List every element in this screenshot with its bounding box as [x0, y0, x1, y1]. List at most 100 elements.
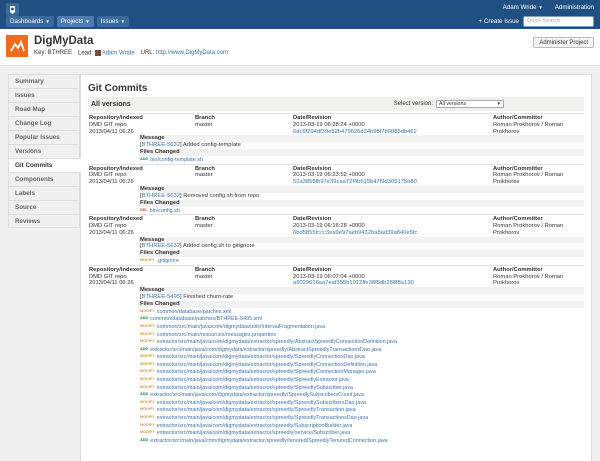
change-type-badge: MODIFY [140, 384, 155, 389]
sidebar-item-git-commits[interactable]: Git Commits [8, 158, 81, 172]
message-text: Removed config.sh from repo [183, 192, 260, 199]
main-nav: Dashboards ▼ Projects ▼ Issues ▼ [6, 16, 130, 27]
file-path-link[interactable]: bin/config-template.sh [150, 157, 203, 163]
issue-link[interactable]: BTHREE-5632 [142, 142, 180, 148]
all-versions-heading: All versions [91, 100, 131, 108]
file-path-link[interactable]: extractor/src/main/java/com/digmydata/ex… [150, 347, 381, 353]
change-type-badge: MODIFY [140, 399, 155, 404]
file-change: MODIFY extractor/src/main/java/com/digmyd… [140, 384, 584, 392]
issue-link[interactable]: BTHREE-5495 [142, 294, 180, 300]
commit-data-row: DMD GIT repo master 2013-03-19 06:23:52 +0… [88, 172, 584, 179]
commit-header-row: Repository/Indexed Branch Date/Revision Aut… [88, 163, 584, 173]
chevron-down-icon: ▼ [538, 5, 543, 10]
branch-name: master [195, 121, 213, 128]
file-path-link[interactable]: extractor/src/main/java/com/digmydata/ex… [157, 369, 376, 375]
sidebar-item-labels[interactable]: Labels [8, 186, 80, 200]
revision-link[interactable]: 6dc6f294df39e52b479626d24b98f7b0085db462 [293, 129, 417, 135]
col-repo-header: Repository/Indexed [89, 266, 143, 273]
version-bar: All versions Select version: All version… [88, 97, 584, 111]
file-path-link[interactable]: extractor/src/main/java/com/digmydata/ex… [150, 392, 364, 398]
sidebar-item-popular-issues[interactable]: Popular Issues [8, 130, 80, 144]
user-menu[interactable]: Adam Wride ▼ [503, 4, 543, 11]
administration-link[interactable]: Administration [555, 4, 594, 11]
change-type-badge: MODIFY [140, 331, 155, 336]
file-path-link[interactable]: common/database/patches.xml [157, 309, 232, 315]
nav-dashboards-label: Dashboards [10, 18, 44, 25]
file-change: MODIFY extractor/src/main/java/com/digmyd… [140, 368, 584, 376]
revision-link[interactable]: 6bd5855fccc3ea9e97aeb9432ba8ad39a840e5fc [293, 230, 417, 236]
sidebar-item-change-log[interactable]: Change Log [8, 116, 80, 130]
file-path-link[interactable]: extractor/src/main/java/com/digmydata/ex… [157, 339, 397, 345]
issue-link[interactable]: BTHREE-5632 [142, 193, 180, 199]
commit-author: Roman Prokhorov / Roman [493, 222, 564, 229]
file-path-link[interactable]: extractor/src/main/java/com/digmydata/ex… [157, 407, 356, 413]
file-path-link[interactable]: bin/config.sh [150, 208, 180, 214]
file-path-link[interactable]: extractor/src/main/java/com/digmydata/ex… [157, 362, 378, 368]
message-label: Message [138, 287, 584, 294]
file-change: MODIFY extractor/src/main/java/com/digmyd… [140, 429, 584, 437]
create-issue-link[interactable]: + Create Issue [479, 18, 519, 25]
file-path-link[interactable]: extractor/src/main/java/com/digmydata/ex… [157, 430, 351, 436]
nav-issues[interactable]: Issues ▼ [96, 16, 130, 27]
commit-date: 2013-03-19 06:23:52 +0000 [293, 172, 365, 179]
file-path-link[interactable]: extractor/src/main/java/com/digmydata/ex… [157, 423, 353, 429]
project-key: Key: BTHREE [34, 50, 72, 56]
commit-entry: Repository/Indexed Branch Date/Revision Aut… [88, 163, 584, 215]
file-path-link[interactable]: extractor/src/main/java/com/digmydata/ex… [157, 377, 349, 383]
quick-search-input[interactable]: Quick Search [523, 16, 594, 27]
file-path-link[interactable]: extractor/src/main/java/com/digmydata/ex… [157, 400, 366, 406]
revision-link[interactable]: 52a3858fb97e39caa72f4b615b47f9d305175e80 [293, 179, 417, 185]
change-type-badge: MODIFY [140, 377, 155, 382]
lead-link[interactable]: Adam Wride [102, 51, 135, 57]
file-change: MODIFY extractor/src/main/java/com/digmyd… [140, 353, 584, 361]
change-type-badge: MODIFY [140, 258, 155, 263]
version-selector: Select version: All versions ▼ [394, 100, 504, 108]
lead-avatar [94, 50, 101, 56]
sidebar-item-reviews[interactable]: Reviews [8, 214, 80, 228]
version-select[interactable]: All versions ▼ [436, 100, 504, 108]
top-navigation-bar: Dashboards ▼ Projects ▼ Issues ▼ Adam Wr… [0, 0, 600, 29]
key-label: Key: [34, 50, 47, 57]
file-path-link[interactable]: .gitignore [157, 258, 179, 264]
file-change: ADD common/database/patches/BTHREE-5495.x… [140, 315, 584, 323]
commit-header-row: Repository/Indexed Branch Date/Revision Aut… [88, 214, 584, 223]
files-list: MODIFY .gitignore [138, 257, 584, 265]
url-label: URL: [140, 50, 155, 57]
file-change: MODIFY extractor/src/main/java/com/digmyd… [140, 422, 584, 430]
change-type-badge: ADD [140, 156, 149, 161]
commit-entry: Repository/Indexed Branch Date/Revision Aut… [88, 113, 584, 164]
file-change: MODIFY extractor/src/main/java/com/digmyd… [140, 376, 584, 384]
revision-link[interactable]: a9029616aa7eaf355b1012ffe38f5db288f8a130 [293, 280, 414, 286]
nav-issues-label: Issues [100, 18, 119, 25]
file-path-link[interactable]: common/database/patches/BTHREE-5495.xml [150, 316, 262, 322]
file-path-link[interactable]: extractor/src/main/java/com/digmydata/ex… [150, 438, 387, 444]
sidebar-item-issues[interactable]: Issues [8, 88, 80, 102]
change-type-badge: DEL [140, 207, 148, 212]
project-title: DigMyData [34, 35, 94, 47]
sidebar-item-source[interactable]: Source [8, 200, 80, 214]
sidebar-item-components[interactable]: Components [8, 172, 80, 186]
url-link[interactable]: http://www.DigMyData.com [156, 50, 228, 56]
file-path-link[interactable]: common/src/main/resources/messages.prope… [157, 332, 276, 338]
sidebar-item-road-map[interactable]: Road Map [8, 102, 80, 116]
administer-project-button[interactable]: Administer Project [533, 37, 594, 48]
nav-projects[interactable]: Projects ▼ [56, 16, 94, 27]
issue-link[interactable]: BTHREE-5632 [142, 243, 180, 249]
file-path-link[interactable]: extractor/src/main/java/com/digmydata/ex… [157, 385, 353, 391]
jira-logo-icon[interactable] [6, 3, 19, 16]
repo-name: DMD GIT repo [89, 121, 127, 128]
lead-label: Lead: [78, 50, 94, 57]
file-path-link[interactable]: extractor/src/main/java/com/digmydata/ex… [157, 415, 368, 421]
sidebar-item-summary[interactable]: Summary [8, 74, 80, 88]
files-changed-label: Files Changed [138, 149, 584, 156]
file-path-link[interactable]: extractor/src/main/java/com/digmydata/ex… [157, 354, 365, 360]
files-changed-label: Files Changed [138, 199, 584, 207]
file-path-link[interactable]: common/src/main/java/com/digmydata/utils… [157, 324, 325, 330]
file-change: MODIFY extractor/src/main/java/com/digmyd… [140, 399, 584, 407]
commit-message: [BTHREE-5632] Removed config.sh from rep… [140, 192, 260, 199]
file-change: MODIFY .gitignore [140, 257, 584, 265]
commit-header-row: Repository/Indexed Branch Date/Revision Aut… [88, 113, 584, 122]
project-lead: Lead: Adam Wride [78, 50, 135, 57]
nav-dashboards[interactable]: Dashboards ▼ [6, 16, 54, 27]
sidebar-item-versions[interactable]: Versions [8, 144, 80, 158]
